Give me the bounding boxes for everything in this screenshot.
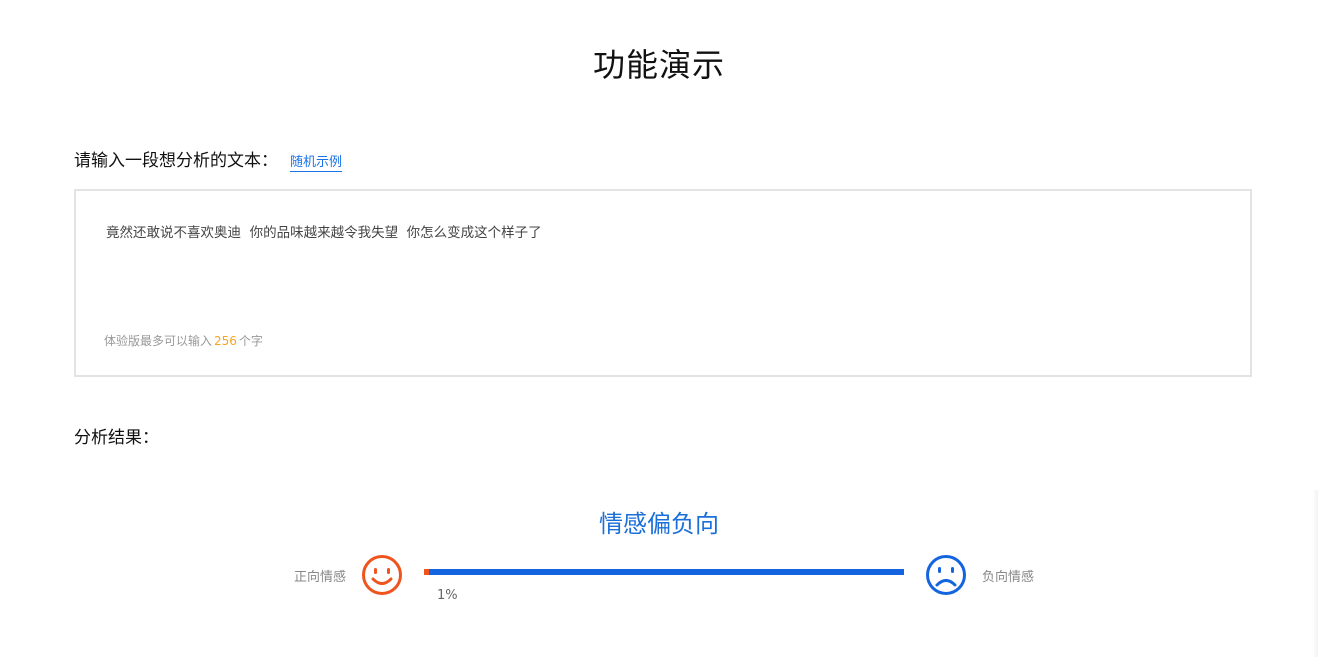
positive-percent: 1%	[437, 588, 458, 603]
input-label: 请输入一段想分析的文本：	[74, 151, 278, 171]
page-title: 功能演示	[592, 46, 725, 84]
positive-bar-fill	[424, 569, 429, 575]
input-header: 请输入一段想分析的文本： 随机示例	[74, 146, 343, 172]
sad-face-icon	[926, 555, 966, 595]
char-limit-suffix: 个字	[238, 334, 263, 348]
text-input[interactable]: 竟然还敢说不喜欢奥迪 你的品味越来越令我失望 你怎么变成这个样子了	[106, 221, 1220, 311]
char-limit-hint: 体验版最多可以输入 256 个字	[104, 332, 263, 349]
positive-label: 正向情感	[294, 570, 347, 585]
scroll-edge	[1313, 490, 1318, 657]
random-example-link[interactable]: 随机示例	[290, 151, 343, 172]
text-input-box[interactable]: 竟然还敢说不喜欢奥迪 你的品味越来越令我失望 你怎么变成这个样子了 体验版最多可…	[74, 189, 1252, 377]
negative-label: 负向情感	[982, 570, 1035, 585]
sentiment-bar	[424, 569, 904, 575]
char-limit-number: 256	[214, 334, 237, 348]
sentiment-result: 情感偏负向	[599, 510, 719, 538]
result-label: 分析结果：	[74, 428, 159, 448]
smiley-face-icon	[362, 555, 402, 595]
char-limit-prefix: 体验版最多可以输入	[104, 334, 213, 348]
